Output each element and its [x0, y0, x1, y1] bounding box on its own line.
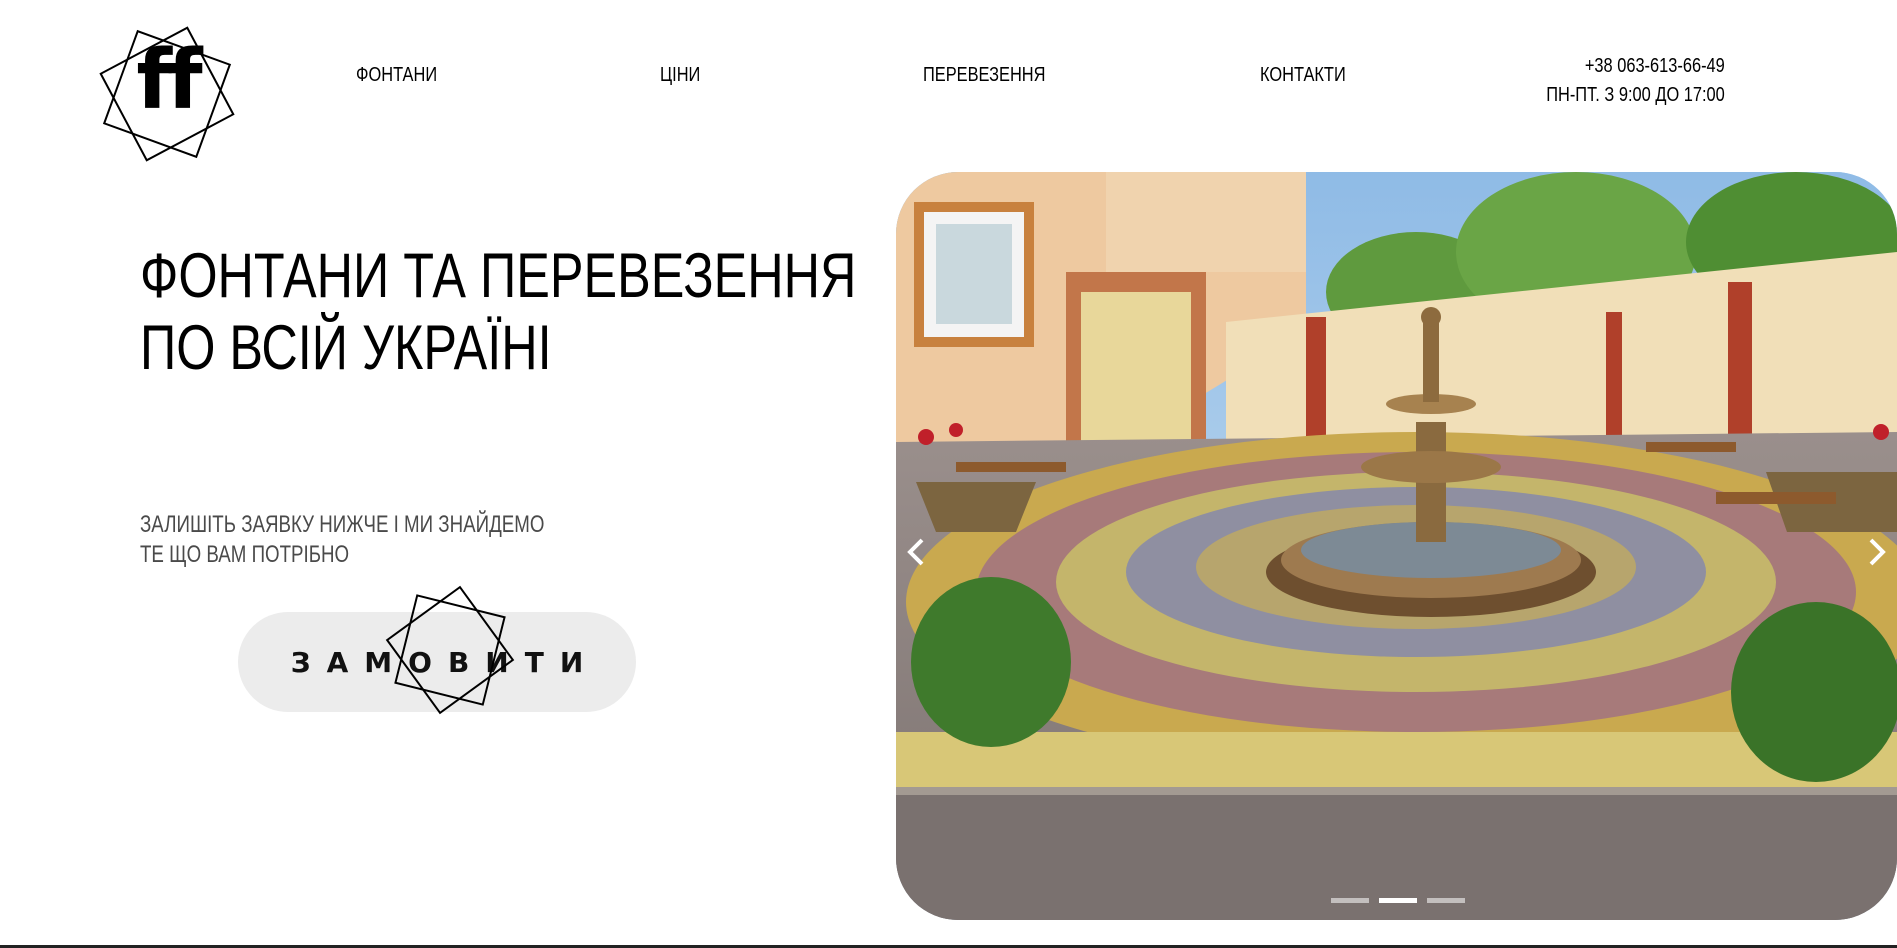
slider-pagination — [1331, 898, 1465, 903]
hero-subtitle-line-1: ЗАЛИШІТЬ ЗАЯВКУ НИЖЧЕ І МИ ЗНАЙДЕМО — [140, 511, 545, 538]
hero-title-line-2: ПО ВСІЙ УКРАЇНІ — [140, 313, 552, 383]
nav-item-prices[interactable]: ЦІНИ — [660, 64, 700, 87]
order-button[interactable]: ЗАМОВИТИ — [238, 612, 636, 712]
nav-item-contacts[interactable]: КОНТАКТИ — [1260, 64, 1346, 87]
hero-title: ФОНТАНИ ТА ПЕРЕВЕЗЕННЯ ПО ВСІЙ УКРАЇНІ — [140, 240, 856, 384]
slider-dot-2[interactable] — [1379, 898, 1417, 903]
hero-subtitle: ЗАЛИШІТЬ ЗАЯВКУ НИЖЧЕ І МИ ЗНАЙДЕМО ТЕ Щ… — [140, 510, 544, 570]
nav-item-transport[interactable]: ПЕРЕВЕЗЕННЯ — [923, 64, 1046, 87]
hero-image-slider[interactable] — [896, 172, 1897, 920]
slider-next-chevron-right-icon[interactable] — [1861, 532, 1891, 572]
phone-number[interactable]: +38 063-613-66-49 — [1546, 52, 1725, 81]
working-hours: ПН-ПТ. З 9:00 ДО 17:00 — [1546, 84, 1725, 106]
hero-title-line-1: ФОНТАНИ ТА ПЕРЕВЕЗЕННЯ — [140, 241, 857, 311]
hero-subtitle-line-2: ТЕ ЩО ВАМ ПОТРІБНО — [140, 541, 350, 568]
slider-prev-chevron-left-icon[interactable] — [902, 532, 932, 572]
nav-item-fountains[interactable]: ФОНТАНИ — [356, 64, 437, 87]
header-contact: +38 063-613-66-49 ПН-ПТ. З 9:00 ДО 17:00 — [1507, 52, 1725, 110]
site-logo[interactable]: ff — [78, 5, 256, 183]
slider-dot-3[interactable] — [1427, 898, 1465, 903]
slider-dot-1[interactable] — [1331, 898, 1369, 903]
logo-text: ff — [136, 33, 202, 128]
courtyard-fountain-photo — [896, 172, 1897, 920]
